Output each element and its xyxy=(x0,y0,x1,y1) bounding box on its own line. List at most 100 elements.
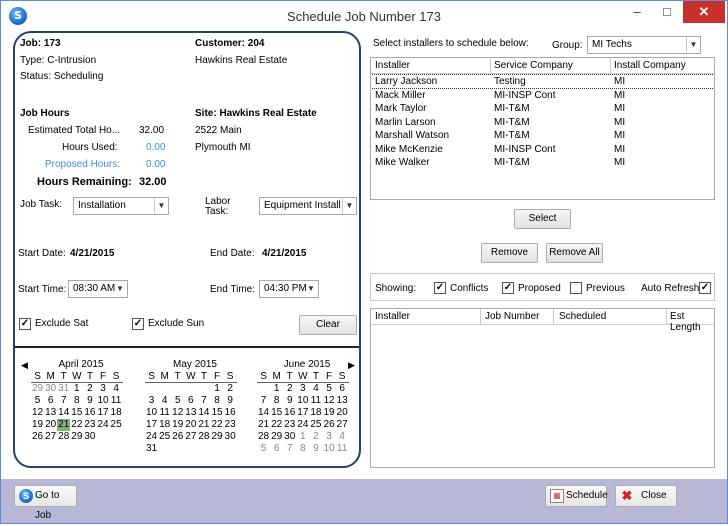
calendar-day[interactable]: 16 xyxy=(283,407,296,419)
calendar-day[interactable]: 30 xyxy=(44,383,57,395)
calendar-day[interactable]: 21 xyxy=(197,419,210,431)
table-row[interactable]: Mark Taylor MI-T&M MI xyxy=(371,102,714,115)
calendar-day[interactable]: 16 xyxy=(83,407,96,419)
calendar-day[interactable]: 20 xyxy=(336,407,349,419)
exclude-sun-checkbox[interactable]: ✓ xyxy=(132,318,144,330)
calendar-day[interactable]: 15 xyxy=(270,407,283,419)
calendar-day[interactable]: 20 xyxy=(44,419,57,431)
calendar-day[interactable]: 4 xyxy=(309,383,322,395)
select-button[interactable]: Select xyxy=(514,209,571,229)
calendar-day[interactable]: 24 xyxy=(296,419,309,431)
calendar-day[interactable]: 7 xyxy=(57,395,70,407)
calendar-day[interactable]: 1 xyxy=(210,383,223,395)
calendar-day[interactable]: 12 xyxy=(171,407,184,419)
calendar-day[interactable]: 24 xyxy=(96,419,109,431)
group-select[interactable]: MI Techs ▼ xyxy=(587,36,701,54)
column-header[interactable]: Install Company xyxy=(614,60,686,71)
calendar-day[interactable]: 1 xyxy=(70,383,83,395)
calendar-day[interactable]: 2 xyxy=(83,383,96,395)
calendar-day[interactable]: 19 xyxy=(322,407,335,419)
calendar-day[interactable]: 18 xyxy=(110,407,123,419)
calendar-day[interactable]: 1 xyxy=(270,383,283,395)
calendar-day[interactable]: 29 xyxy=(31,383,44,395)
calendar-day[interactable]: 2 xyxy=(224,383,237,395)
calendar-day[interactable]: 6 xyxy=(270,443,283,455)
calendar-day[interactable]: 29 xyxy=(270,431,283,443)
calendar-day[interactable]: 2 xyxy=(309,431,322,443)
schedule-button[interactable]: ▦ Schedule xyxy=(545,485,608,507)
calendar-day[interactable]: 4 xyxy=(336,431,349,443)
calendar-day[interactable]: 10 xyxy=(322,443,335,455)
schedule-list[interactable]: Installer Job Number Scheduled Est Lengt… xyxy=(370,308,715,468)
calendar-day[interactable]: 28 xyxy=(57,431,70,443)
calendar-day[interactable]: 22 xyxy=(270,419,283,431)
calendar-day[interactable]: 25 xyxy=(158,431,171,443)
table-row[interactable]: Marlin Larson MI-T&M MI xyxy=(371,116,714,129)
table-row[interactable]: Mike McKenzie MI-INSP Cont MI xyxy=(371,143,714,156)
calendar-day[interactable]: 6 xyxy=(184,395,197,407)
calendar-day[interactable]: 8 xyxy=(70,395,83,407)
calendar-day[interactable]: 14 xyxy=(197,407,210,419)
exclude-sat-checkbox[interactable]: ✓ xyxy=(19,318,31,330)
calendar-day[interactable]: 20 xyxy=(184,419,197,431)
calendar-day[interactable]: 30 xyxy=(224,431,237,443)
calendar-day[interactable]: 6 xyxy=(336,383,349,395)
conflicts-checkbox[interactable]: ✓ xyxy=(434,282,446,294)
calendar-day[interactable]: 19 xyxy=(171,419,184,431)
calendar-day[interactable]: 2 xyxy=(283,383,296,395)
calendar-day[interactable]: 23 xyxy=(283,419,296,431)
calendar-day[interactable]: 11 xyxy=(158,407,171,419)
table-row[interactable]: Mike Walker MI-T&M MI xyxy=(371,156,714,169)
calendar-day[interactable]: 21 xyxy=(57,419,71,431)
calendar-day[interactable]: 9 xyxy=(83,395,96,407)
calendar-day[interactable]: 18 xyxy=(158,419,171,431)
calendar-day[interactable]: 27 xyxy=(184,431,197,443)
calendar-day[interactable]: 9 xyxy=(224,395,237,407)
calendar-day[interactable]: 6 xyxy=(44,395,57,407)
calendar-day[interactable]: 4 xyxy=(158,395,171,407)
calendar-day[interactable]: 29 xyxy=(210,431,223,443)
calendar-day[interactable]: 14 xyxy=(57,407,70,419)
job-task-select[interactable]: Installation ▼ xyxy=(73,197,169,215)
auto-refresh-checkbox[interactable]: ✓ xyxy=(699,282,711,294)
calendar-day[interactable]: 17 xyxy=(145,419,158,431)
clear-button[interactable]: Clear xyxy=(299,315,357,335)
column-header[interactable]: Job Number xyxy=(485,311,539,322)
close-button[interactable]: ✖ Close xyxy=(615,485,677,507)
calendar-day[interactable]: 23 xyxy=(224,419,237,431)
calendar-day[interactable]: 22 xyxy=(70,419,83,431)
end-time-picker[interactable]: 04:30 PM ▼ xyxy=(259,280,319,298)
calendar-day[interactable]: 8 xyxy=(270,395,283,407)
close-window-button[interactable]: ✕ xyxy=(683,1,725,23)
calendar-day[interactable]: 12 xyxy=(322,395,335,407)
previous-checkbox[interactable] xyxy=(570,282,582,294)
calendar-day[interactable]: 30 xyxy=(283,431,296,443)
calendar-day[interactable]: 7 xyxy=(257,395,270,407)
calendar-day[interactable]: 11 xyxy=(110,395,123,407)
calendar-day[interactable]: 13 xyxy=(44,407,57,419)
column-header[interactable]: Installer xyxy=(375,311,410,322)
calendar-day[interactable]: 11 xyxy=(336,443,349,455)
calendar-day[interactable]: 26 xyxy=(31,431,44,443)
calendar-day[interactable]: 10 xyxy=(145,407,158,419)
calendar-day[interactable]: 7 xyxy=(283,443,296,455)
column-header[interactable]: Scheduled xyxy=(559,311,606,322)
calendar-day[interactable]: 25 xyxy=(309,419,322,431)
labor-task-select[interactable]: Equipment Install ▼ xyxy=(259,197,357,215)
column-header[interactable]: Service Company xyxy=(494,60,573,71)
calendar-day[interactable]: 3 xyxy=(296,383,309,395)
proposed-checkbox[interactable]: ✓ xyxy=(502,282,514,294)
calendar-day[interactable]: 19 xyxy=(31,419,44,431)
calendar-day[interactable]: 4 xyxy=(110,383,123,395)
calendar-day[interactable]: 14 xyxy=(257,407,270,419)
table-row[interactable]: Marshall Watson MI-T&M MI xyxy=(371,129,714,142)
calendar-day[interactable]: 16 xyxy=(224,407,237,419)
calendar-day[interactable]: 5 xyxy=(257,443,270,455)
calendar-day[interactable]: 8 xyxy=(296,443,309,455)
calendar-day[interactable]: 17 xyxy=(96,407,109,419)
calendar-day[interactable]: 9 xyxy=(309,443,322,455)
calendar-day[interactable]: 3 xyxy=(145,395,158,407)
installers-list[interactable]: Installer Service Company Install Compan… xyxy=(370,57,715,200)
calendar-day[interactable]: 5 xyxy=(171,395,184,407)
minimize-button[interactable]: – xyxy=(623,1,651,23)
